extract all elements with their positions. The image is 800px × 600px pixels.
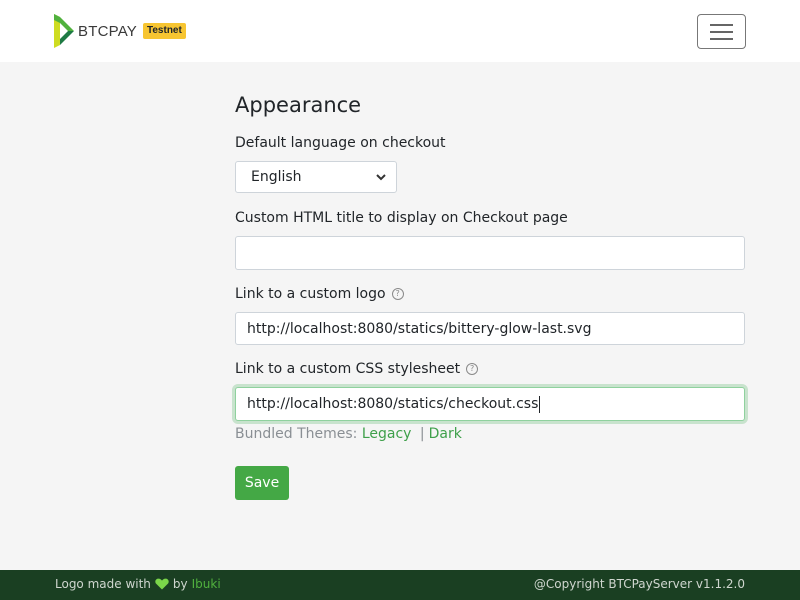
language-label: Default language on checkout — [235, 135, 446, 151]
footer: Logo made with by Ibuki @Copyright BTCPa… — [0, 570, 800, 600]
top-navbar: BTCPAY Testnet — [0, 0, 800, 62]
text-caret — [539, 395, 541, 413]
logo-url-value: http://localhost:8080/statics/bittery-gl… — [247, 320, 592, 337]
theme-separator: | — [419, 426, 425, 442]
logo-label: Link to a custom logo — [235, 286, 386, 302]
testnet-badge: Testnet — [143, 23, 186, 39]
help-icon[interactable]: ? — [466, 363, 479, 375]
logo-credit-by: by — [172, 577, 188, 591]
brand-name: BTCPAY — [78, 22, 137, 40]
theme-dark-link[interactable]: Dark — [429, 426, 462, 442]
theme-legacy-link[interactable]: Legacy — [362, 426, 412, 442]
brand-link[interactable]: BTCPAY Testnet — [54, 14, 186, 48]
logo-credit-prefix: Logo made with — [55, 577, 151, 591]
logo-label-row: Link to a custom logo ? — [235, 286, 404, 302]
language-selected-value: English — [251, 169, 302, 185]
save-button[interactable]: Save — [235, 466, 289, 500]
logo-url-input[interactable]: http://localhost:8080/statics/bittery-gl… — [235, 312, 745, 345]
heart-icon — [155, 578, 169, 590]
html-title-input[interactable] — [235, 236, 745, 270]
themes-prefix: Bundled Themes: — [235, 426, 358, 442]
navbar-toggle-button[interactable] — [697, 14, 746, 49]
language-select[interactable]: English — [235, 161, 397, 193]
html-title-label: Custom HTML title to display on Checkout… — [235, 210, 568, 226]
logo-credit: Logo made with by Ibuki — [55, 577, 221, 591]
btcpay-logo-icon — [54, 14, 74, 48]
bundled-themes: Bundled Themes: Legacy | Dark — [235, 426, 462, 442]
help-icon[interactable]: ? — [391, 288, 404, 300]
css-url-value: http://localhost:8080/statics/checkout.c… — [247, 396, 539, 412]
css-label: Link to a custom CSS stylesheet — [235, 361, 461, 377]
css-url-input[interactable]: http://localhost:8080/statics/checkout.c… — [235, 387, 745, 421]
css-label-row: Link to a custom CSS stylesheet ? — [235, 361, 479, 377]
page-title: Appearance — [235, 93, 362, 117]
copyright: @Copyright BTCPayServer v1.1.2.0 — [533, 577, 745, 591]
author-link[interactable]: Ibuki — [192, 577, 221, 591]
chevron-down-icon — [376, 174, 386, 181]
